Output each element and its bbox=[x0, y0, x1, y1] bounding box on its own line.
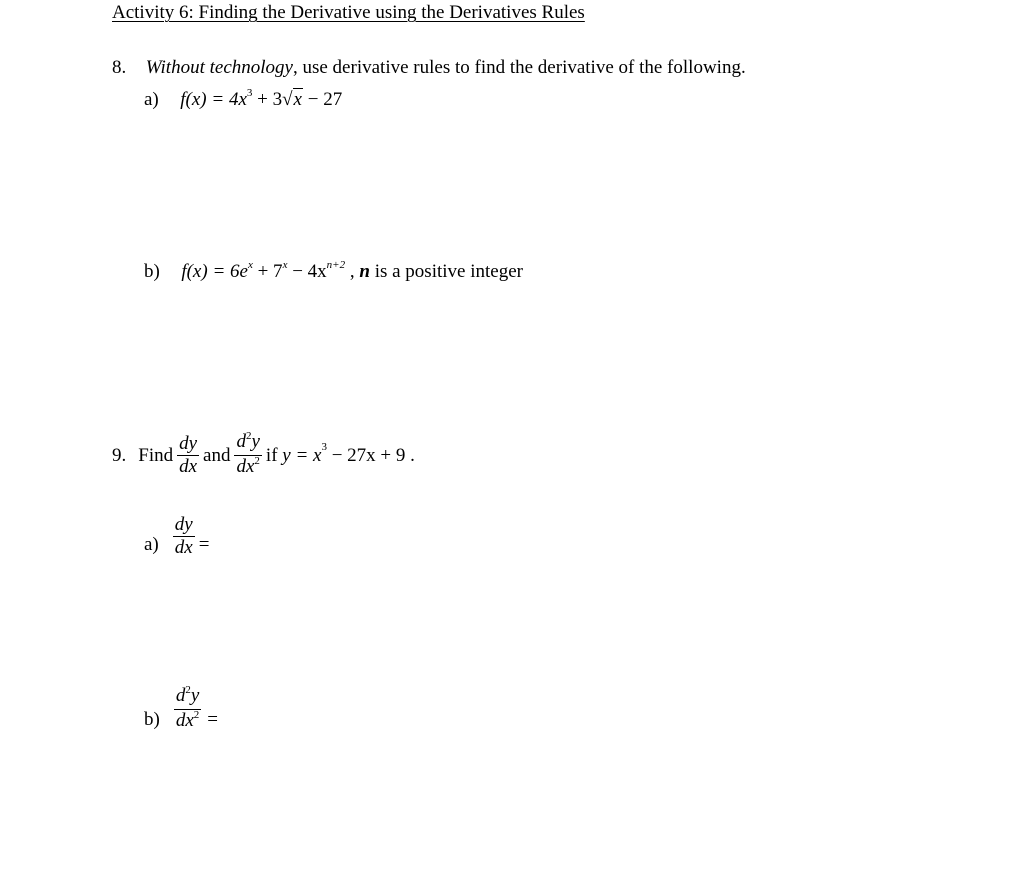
denominator: dx2 bbox=[234, 455, 262, 479]
y: y bbox=[190, 685, 200, 706]
exponent: 2 bbox=[254, 455, 260, 467]
exponent: 2 bbox=[245, 430, 252, 442]
question-8a: a) f(x) = 4x3 + 3√x − 27 bbox=[144, 87, 343, 111]
condition-tail: − 27x + 9 . bbox=[326, 444, 415, 466]
radicand: x bbox=[292, 88, 303, 110]
exponent: x bbox=[282, 259, 288, 271]
page-title: Activity 6: Finding the Derivative using… bbox=[112, 2, 585, 23]
find-text: Find bbox=[138, 444, 174, 466]
equals-sign: = bbox=[207, 709, 218, 730]
exponent: 3 bbox=[321, 440, 327, 453]
question-9-prompt: 9. Find dy dx and d2y dx2 if y = x3 − 27… bbox=[112, 430, 415, 479]
part-label: b) bbox=[144, 261, 160, 282]
term: − 27 bbox=[302, 89, 343, 110]
numerator: d2y bbox=[234, 430, 261, 455]
question-8b: b) f(x) = 6ex + 7x − 4xn+2 , n is a posi… bbox=[144, 259, 523, 283]
question-9a: a) dy dx = bbox=[144, 515, 209, 558]
function-lhs: f(x) = 6e bbox=[181, 261, 248, 282]
numerator: dy bbox=[174, 514, 193, 535]
dx: dx bbox=[175, 710, 194, 731]
exponent: 2 bbox=[185, 684, 191, 696]
d: d bbox=[236, 431, 246, 452]
fraction-dy-dx: dy dx bbox=[172, 514, 195, 558]
instruction-emphasis: Without technology bbox=[145, 57, 293, 78]
dx: dx bbox=[236, 456, 255, 477]
equals-sign: = bbox=[198, 534, 210, 555]
question-number: 9. bbox=[112, 444, 127, 466]
part-label: a) bbox=[144, 89, 159, 110]
d: d bbox=[175, 685, 186, 706]
numerator: dy bbox=[179, 433, 198, 454]
term: + 7 bbox=[252, 261, 283, 282]
denominator: dx bbox=[172, 536, 195, 558]
exponent: x bbox=[247, 259, 253, 271]
variable-n: n bbox=[359, 261, 370, 282]
fraction-dy-dx: dy dx bbox=[177, 433, 200, 477]
numerator: d2y bbox=[174, 684, 201, 709]
term: + 3 bbox=[252, 89, 283, 110]
denominator: dx2 bbox=[173, 709, 202, 733]
fraction-d2y-dx2: d2y dx2 bbox=[173, 684, 202, 733]
question-8-prompt: 8. Without technology, use derivative ru… bbox=[112, 57, 746, 79]
exponent: n+2 bbox=[326, 259, 346, 271]
part-label: a) bbox=[144, 534, 159, 555]
y: y bbox=[251, 431, 260, 452]
condition-expression: y = x bbox=[282, 444, 322, 466]
fraction-d2y-dx2: d2y dx2 bbox=[234, 430, 262, 479]
exponent: 2 bbox=[193, 709, 200, 721]
function-lhs: f(x) = 4x bbox=[180, 89, 247, 110]
comma: , bbox=[345, 261, 360, 282]
exponent: 3 bbox=[246, 87, 253, 99]
part-label: b) bbox=[144, 709, 160, 730]
question-9b: b) d2y dx2 = bbox=[144, 684, 218, 733]
square-root: √x bbox=[282, 88, 303, 110]
term: − 4x bbox=[287, 261, 327, 282]
instruction-text: , use derivative rules to find the deriv… bbox=[292, 57, 746, 78]
question-number: 8. bbox=[112, 57, 127, 78]
and-text: and bbox=[203, 444, 231, 466]
condition-note: is a positive integer bbox=[369, 261, 523, 282]
condition-if: if bbox=[265, 444, 283, 466]
denominator: dx bbox=[177, 455, 200, 477]
